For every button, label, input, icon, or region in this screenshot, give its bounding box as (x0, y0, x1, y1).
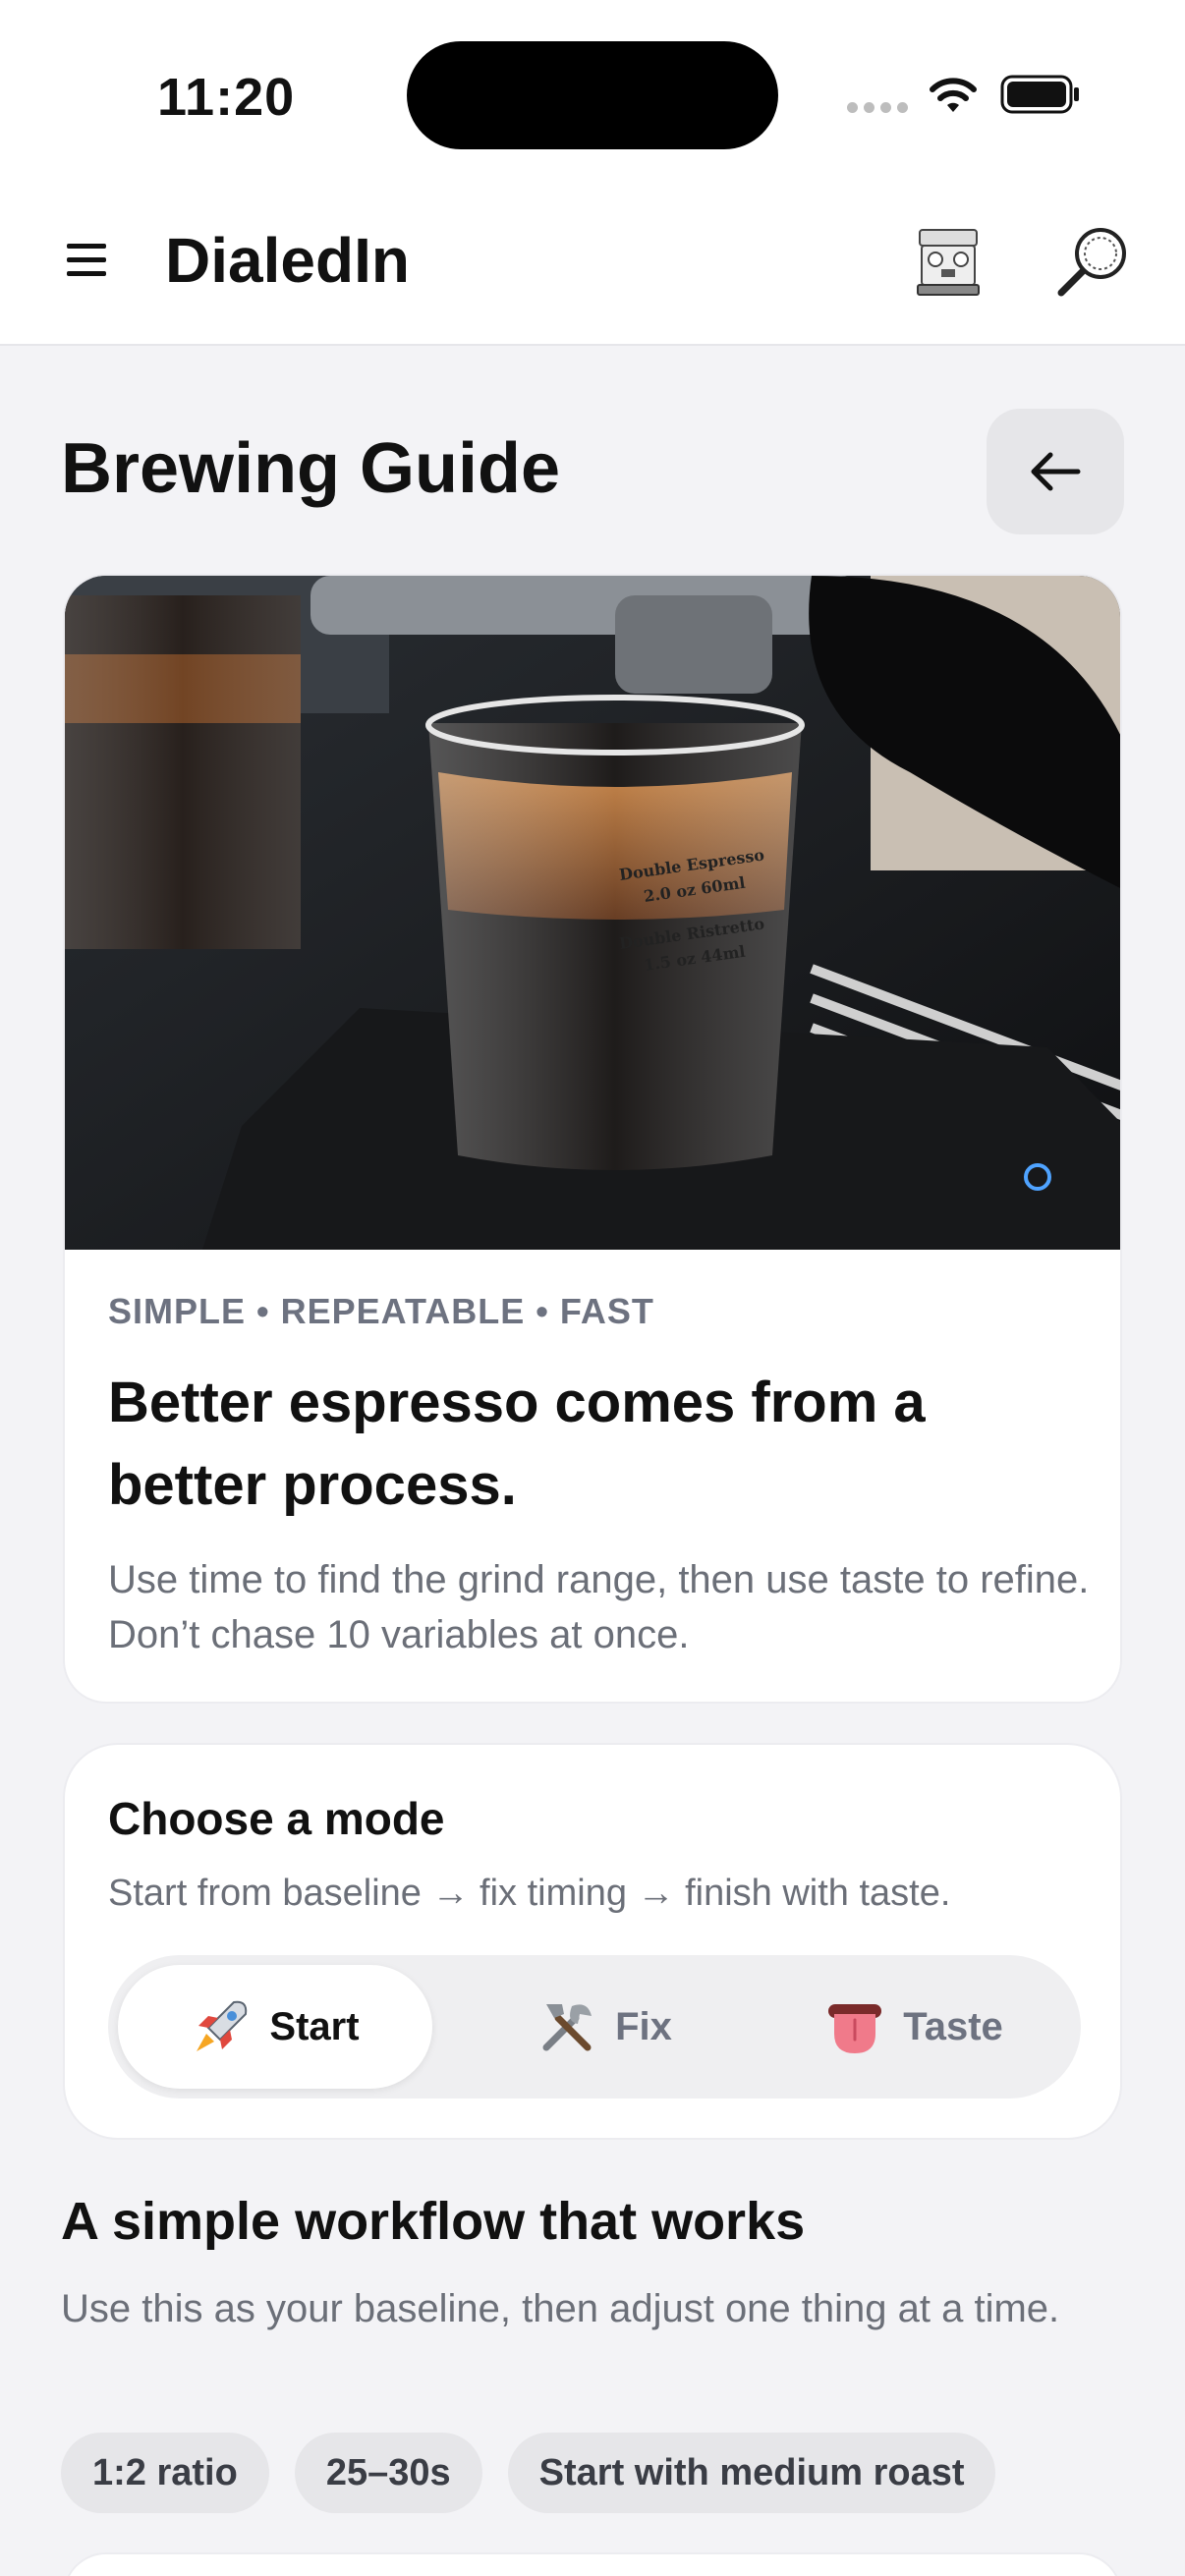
workflow-body: Use this as your baseline, then adjust o… (61, 2287, 1060, 2330)
tools-icon (542, 2004, 592, 2051)
page-title: Brewing Guide (61, 429, 561, 508)
status-bar: 11:20 (0, 0, 1185, 187)
hero-body: Use time to find the grind range, then u… (108, 1558, 1090, 1656)
screen: 11:20 DialedIn Brewing Guide Double Espr… (0, 0, 1185, 2576)
arrow-left-icon (1031, 452, 1081, 491)
cellular-signal-icon (847, 102, 908, 113)
grinder-magnifier-icon[interactable] (1055, 224, 1130, 299)
app-title: DialedIn (165, 225, 410, 296)
battery-icon (1000, 75, 1079, 114)
back-button[interactable] (987, 409, 1124, 534)
chip-roast[interactable]: Start with medium roast (507, 2433, 996, 2513)
mode-subtitle: Start from baseline → fix timing → finis… (108, 1873, 951, 1914)
workflow-chips: 1:2 ratio 25–30s Start with medium roast (61, 2433, 996, 2513)
mode-option-label: Fix (615, 2004, 672, 2048)
mode-option-label: Taste (903, 2004, 1003, 2048)
mode-card: Choose a mode Start from baseline → fix … (63, 1743, 1122, 2140)
chip-ratio[interactable]: 1:2 ratio (61, 2433, 269, 2513)
mode-option-taste[interactable]: Taste (776, 1965, 1051, 2089)
espresso-machine-icon[interactable] (914, 224, 983, 301)
chip-time[interactable]: 25–30s (294, 2433, 482, 2513)
hero-card: Double Espresso 2.0 oz 60ml Double Ristr… (63, 574, 1122, 1704)
tongue-icon (828, 2004, 882, 2053)
status-time: 11:20 (157, 68, 296, 127)
wifi-icon (930, 78, 977, 112)
dynamic-island (407, 41, 778, 149)
next-card (63, 2552, 1122, 2576)
rocket-icon (197, 2000, 248, 2051)
mode-option-label: Start (269, 2004, 360, 2048)
mode-option-fix[interactable]: Fix (481, 1965, 727, 2089)
mode-title: Choose a mode (108, 1793, 445, 1844)
espresso-shot-photo: Double Espresso 2.0 oz 60ml Double Ristr… (65, 576, 1120, 1250)
hamburger-menu-icon[interactable] (65, 242, 108, 279)
hero-heading: Better espresso comes from a better proc… (108, 1371, 926, 1517)
hero-kicker: SIMPLE • REPEATABLE • FAST (108, 1291, 654, 1331)
mode-option-start[interactable]: Start (118, 1965, 432, 2089)
workflow-title: A simple workflow that works (61, 2192, 806, 2251)
app-header: DialedIn (0, 187, 1185, 346)
mode-segmented-control: Start Fix Taste (108, 1955, 1081, 2099)
